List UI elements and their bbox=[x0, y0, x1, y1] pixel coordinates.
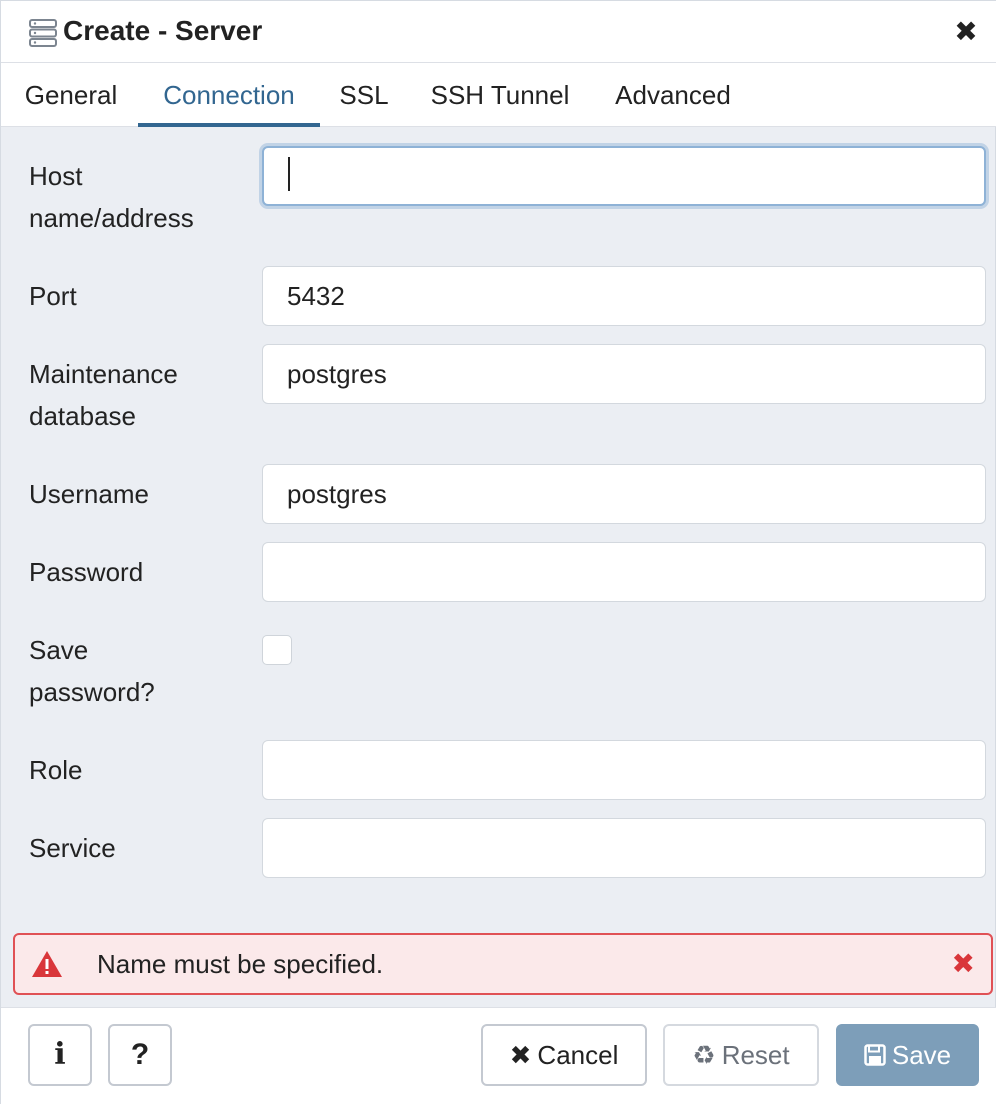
role-input[interactable] bbox=[262, 740, 986, 800]
help-button[interactable]: ? bbox=[108, 1024, 172, 1086]
username-label: Username bbox=[29, 479, 149, 509]
cancel-icon: ✖ bbox=[509, 1040, 532, 1070]
tab-general[interactable]: General bbox=[23, 63, 119, 127]
maintenance-db-label-line1: Maintenance bbox=[29, 359, 178, 389]
tab-ssh-tunnel[interactable]: SSH Tunnel bbox=[426, 63, 574, 127]
error-banner: Name must be specified. ✖ bbox=[13, 933, 993, 995]
create-server-dialog: Create - Server ✖ General Connection SSL… bbox=[0, 0, 996, 1104]
host-label-line2: name/address bbox=[29, 203, 194, 233]
role-label: Role bbox=[29, 755, 83, 785]
maintenance-db-label: Maintenance database bbox=[29, 353, 178, 437]
service-label: Service bbox=[29, 833, 116, 863]
host-input[interactable] bbox=[262, 146, 986, 206]
password-input[interactable] bbox=[262, 542, 986, 602]
info-button[interactable]: i bbox=[28, 1024, 92, 1086]
text-caret bbox=[288, 157, 290, 191]
save-password-checkbox[interactable] bbox=[262, 635, 292, 665]
username-input[interactable] bbox=[262, 464, 986, 524]
server-icon bbox=[29, 18, 57, 48]
recycle-icon: ♻ bbox=[692, 1040, 716, 1070]
cancel-button[interactable]: ✖ Cancel bbox=[481, 1024, 647, 1086]
dialog-header: Create - Server ✖ bbox=[1, 1, 996, 63]
reset-label: Reset bbox=[721, 1040, 790, 1070]
save-button[interactable]: Save bbox=[836, 1024, 979, 1086]
tab-bar: General Connection SSL SSH Tunnel Advanc… bbox=[1, 63, 996, 127]
cancel-label: Cancel bbox=[537, 1040, 619, 1070]
password-label: Password bbox=[29, 557, 144, 587]
tab-ssl[interactable]: SSL bbox=[338, 63, 390, 127]
tab-advanced[interactable]: Advanced bbox=[611, 63, 735, 127]
save-label: Save bbox=[891, 1040, 952, 1070]
tab-connection[interactable]: Connection bbox=[138, 63, 320, 127]
maintenance-db-label-line2: database bbox=[29, 401, 136, 431]
port-label: Port bbox=[29, 281, 77, 311]
reset-button[interactable]: ♻ Reset bbox=[663, 1024, 819, 1086]
floppy-disk-icon bbox=[864, 1026, 886, 1084]
host-label-line1: Host bbox=[29, 161, 83, 191]
save-password-label: Save password? bbox=[29, 629, 155, 713]
close-icon[interactable]: ✖ bbox=[951, 17, 981, 47]
host-label: Host name/address bbox=[29, 155, 194, 239]
error-close-icon[interactable]: ✖ bbox=[952, 946, 975, 982]
dialog-title: Create - Server bbox=[63, 15, 263, 46]
dialog-footer: i ? ✖ Cancel ♻ Reset Save bbox=[1, 1007, 996, 1104]
save-password-label-line1: Save bbox=[29, 635, 89, 665]
warning-icon bbox=[31, 949, 63, 979]
error-message: Name must be specified. bbox=[97, 949, 384, 979]
save-password-label-line2: password? bbox=[29, 677, 155, 707]
maintenance-db-input[interactable] bbox=[262, 344, 986, 404]
port-input[interactable] bbox=[262, 266, 986, 326]
service-input[interactable] bbox=[262, 818, 986, 878]
